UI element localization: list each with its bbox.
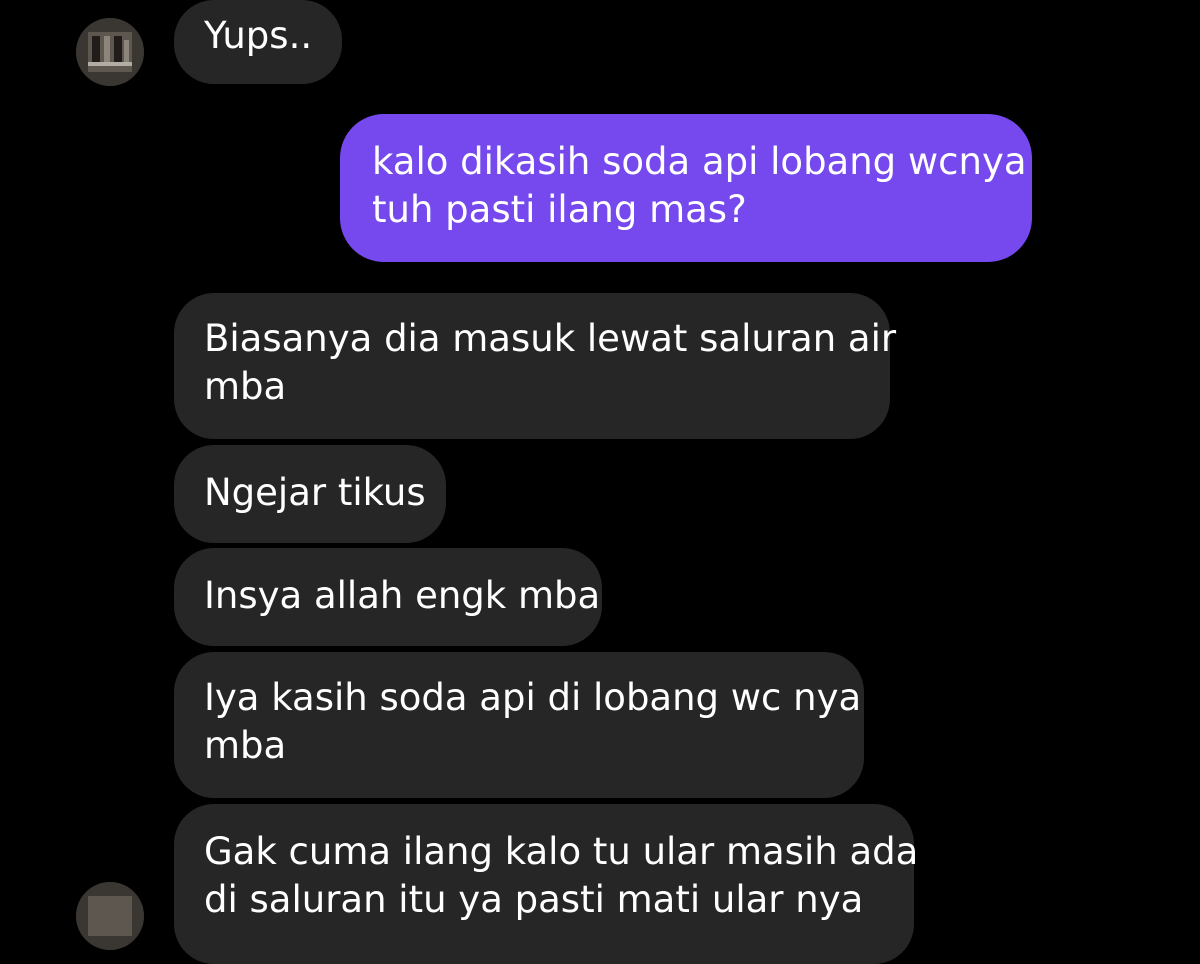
contact-avatar[interactable] — [76, 882, 144, 950]
message-bubble-outgoing[interactable]: kalo dikasih soda api lobang wcnya tuh p… — [340, 114, 1032, 262]
contact-avatar[interactable] — [76, 18, 144, 86]
message-text-line: Gak cuma ilang kalo tu ular masih ada — [204, 830, 919, 873]
message-bubble-incoming[interactable]: Iya kasih soda api di lobang wc nya mba — [174, 652, 864, 798]
message-text-line: di saluran itu ya pasti mati ular nya — [204, 878, 864, 921]
avatar-image-icon — [76, 18, 144, 86]
message-text-line: mba — [204, 365, 287, 408]
message-bubble-incoming[interactable]: Gak cuma ilang kalo tu ular masih ada di… — [174, 804, 919, 964]
avatar-image-icon — [76, 882, 144, 950]
message-text-line: kalo dikasih soda api lobang wcnya — [372, 140, 1027, 183]
message-text: Yups.. — [204, 14, 313, 57]
message-text: Ngejar tikus — [204, 471, 426, 514]
message-bubble-incoming[interactable]: Biasanya dia masuk lewat saluran air mba — [174, 293, 897, 439]
message-text-line: mba — [204, 724, 287, 767]
message-text-line: Biasanya dia masuk lewat saluran air — [204, 317, 897, 360]
message-text: Insya allah engk mba — [204, 574, 601, 617]
chat-thread: Yups.. kalo dikasih soda api lobang wcny… — [0, 0, 1200, 964]
message-bubble-incoming[interactable]: Insya allah engk mba — [174, 548, 602, 646]
message-text-line: Iya kasih soda api di lobang wc nya — [204, 676, 862, 719]
message-bubble-incoming[interactable]: Yups.. — [174, 0, 342, 84]
message-text-line: tuh pasti ilang mas? — [372, 188, 747, 231]
message-bubble-incoming[interactable]: Ngejar tikus — [174, 445, 446, 543]
